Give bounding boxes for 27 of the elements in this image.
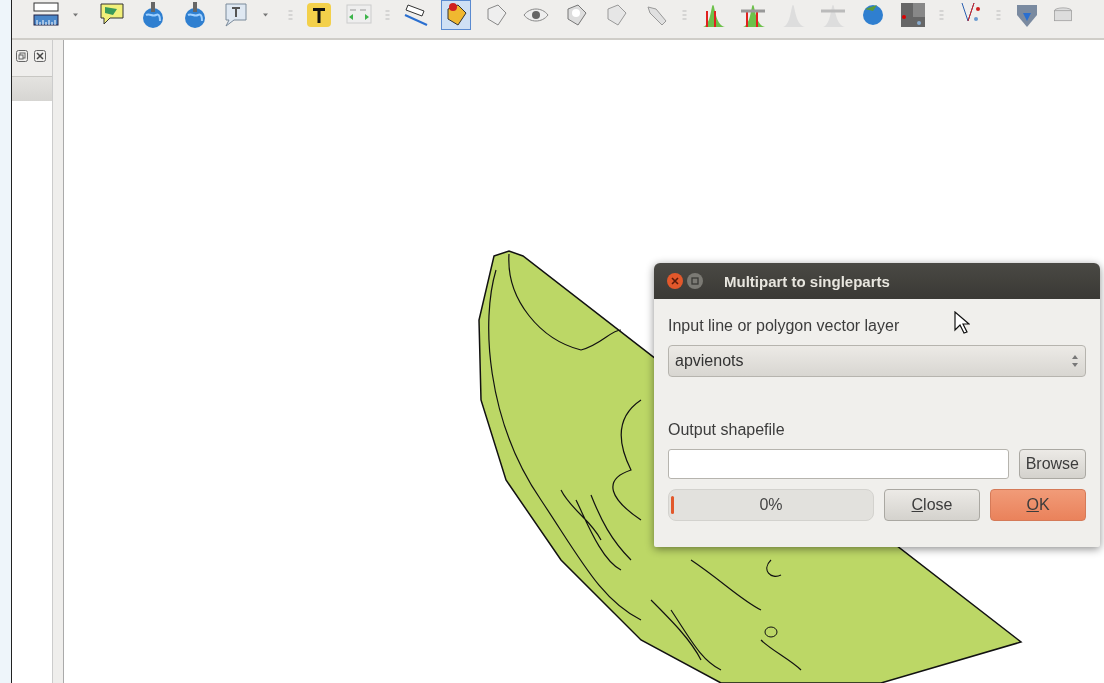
restore-icon[interactable]: [16, 50, 28, 62]
ok-button[interactable]: OK: [990, 489, 1086, 521]
callout-icon[interactable]: [222, 1, 250, 29]
close-icon[interactable]: [666, 272, 684, 290]
grip-icon[interactable]: [996, 10, 1001, 20]
raster-icon[interactable]: [899, 1, 927, 29]
field-label: Output shapefile: [668, 421, 785, 439]
text-tool-icon[interactable]: [305, 1, 333, 29]
field-label: Input line or polygon vector layer: [668, 317, 900, 335]
panel-header: [12, 76, 52, 101]
spinner-arrows-icon: [1071, 354, 1079, 368]
grip-icon[interactable]: [288, 10, 293, 20]
grip-icon[interactable]: [682, 10, 687, 20]
grip-icon[interactable]: [939, 10, 944, 20]
mouse-cursor-icon: [954, 311, 970, 335]
layer-dropdown[interactable]: apvienots: [668, 345, 1086, 377]
maximize-icon[interactable]: [686, 272, 704, 290]
output-field[interactable]: [668, 449, 1009, 479]
progress-reading: 0%: [759, 496, 783, 514]
close-icon[interactable]: [34, 50, 46, 62]
grip-icon[interactable]: [385, 10, 390, 20]
dialog-title: Multipart to singleparts: [724, 272, 890, 290]
label-icon[interactable]: [402, 1, 430, 29]
browse-button[interactable]: Browse: [1018, 449, 1086, 479]
splitter[interactable]: [52, 40, 64, 683]
close-button[interactable]: Close: [884, 489, 980, 521]
ruler-icon[interactable]: [32, 1, 60, 29]
